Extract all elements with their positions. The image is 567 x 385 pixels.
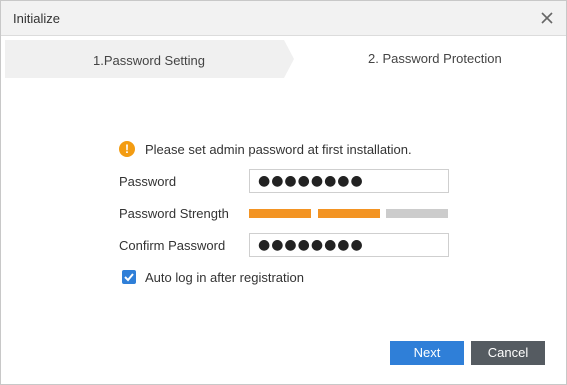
auto-login-label[interactable]: Auto log in after registration xyxy=(145,270,304,285)
step1-label: 1.Password Setting xyxy=(93,53,206,68)
initialize-dialog: Initialize 1.Password Setting 2. Passwor… xyxy=(0,0,567,385)
checkmark-icon xyxy=(124,273,134,282)
step2-label: 2. Password Protection xyxy=(368,51,502,66)
password-label: Password xyxy=(119,174,177,189)
strength-label: Password Strength xyxy=(119,206,229,221)
strength-segment-3 xyxy=(386,209,448,218)
strength-segment-1 xyxy=(249,209,311,218)
title-bar: Initialize xyxy=(1,1,566,36)
cancel-button[interactable]: Cancel xyxy=(471,341,545,365)
info-text: Please set admin password at first insta… xyxy=(145,142,412,157)
auto-login-checkbox[interactable] xyxy=(122,270,136,284)
confirm-password-field[interactable]: ●●●●●●●● xyxy=(249,233,449,257)
step-indicator: 1.Password Setting 2. Password Protectio… xyxy=(1,37,566,83)
strength-segment-2 xyxy=(318,209,380,218)
password-field[interactable]: ●●●●●●●● xyxy=(249,169,449,193)
close-icon[interactable] xyxy=(539,10,555,26)
next-button[interactable]: Next xyxy=(390,341,464,365)
warning-icon: ! xyxy=(119,141,135,157)
confirm-password-label: Confirm Password xyxy=(119,238,226,253)
dialog-title: Initialize xyxy=(13,11,60,26)
password-strength-meter xyxy=(249,209,449,218)
